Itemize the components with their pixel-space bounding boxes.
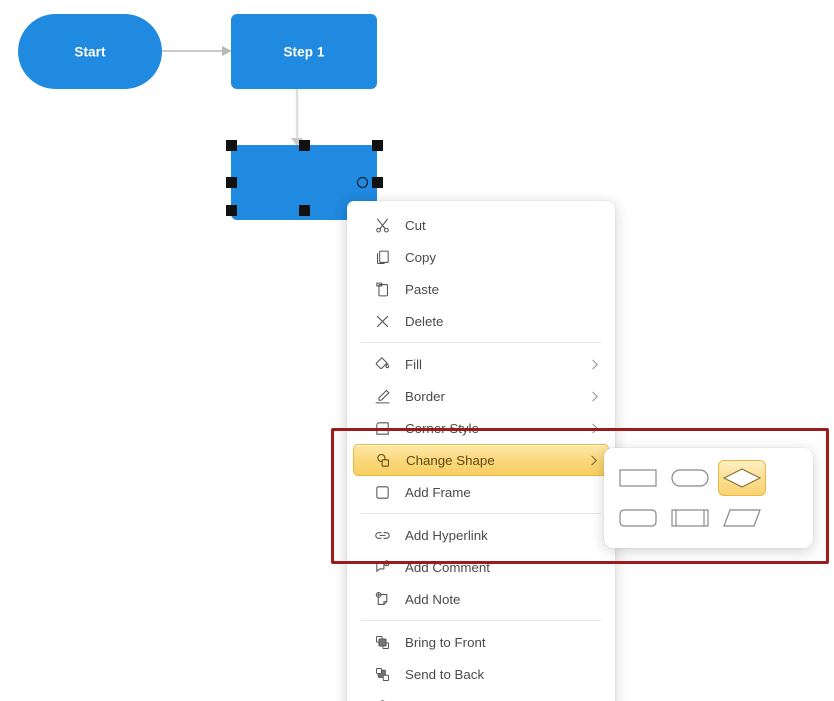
menu-item-label: Delete (405, 313, 444, 329)
selection-handle-s[interactable] (299, 205, 310, 216)
pen-icon (371, 385, 393, 407)
paint-bucket-icon (371, 353, 393, 375)
menu-item-corner-style[interactable]: Corner Style (353, 412, 609, 444)
shape-option-predefined-process[interactable] (666, 500, 714, 536)
menu-item-add-hyperlink[interactable]: Add Hyperlink (353, 519, 609, 551)
connector-start-to-step1[interactable] (162, 46, 232, 56)
shape-option-rounded-rectangle[interactable] (614, 500, 662, 536)
menu-item-label: Corner Style (405, 420, 479, 436)
menu-item-fill[interactable]: Fill (353, 348, 609, 380)
selection-handle-n[interactable] (299, 140, 310, 151)
menu-item-add-note[interactable]: Add Note (353, 583, 609, 615)
menu-item-cut[interactable]: Cut (353, 209, 609, 241)
app-stage: Start Step 1 Cut Copy Paste Delete Fill … (0, 0, 834, 701)
chevron-right-icon (588, 390, 601, 403)
scissors-icon (371, 214, 393, 236)
comment-plus-icon (371, 556, 393, 578)
menu-separator (361, 513, 601, 514)
rectangle-shape-icon (619, 469, 657, 487)
send-to-back-icon (371, 663, 393, 685)
menu-item-label: Add Frame (405, 484, 471, 500)
node-label-step1: Step 1 (283, 44, 325, 59)
menu-item-bring-to-front[interactable]: Bring to Front (353, 626, 609, 658)
menu-item-label: Cut (405, 217, 426, 233)
close-x-icon (371, 310, 393, 332)
menu-item-copy[interactable]: Copy (353, 241, 609, 273)
menu-separator (361, 620, 601, 621)
chevron-right-icon (587, 454, 600, 467)
menu-item-label: Copy (405, 249, 437, 265)
menu-item-add-frame[interactable]: Add Frame (353, 476, 609, 508)
context-menu[interactable]: Cut Copy Paste Delete Fill Border Corner… (347, 201, 615, 701)
link-icon (371, 524, 393, 546)
selection-handle-sw[interactable] (226, 205, 237, 216)
bring-to-front-icon (371, 631, 393, 653)
chevron-right-icon (588, 422, 601, 435)
menu-item-border[interactable]: Border (353, 380, 609, 412)
change-shape-submenu[interactable] (604, 448, 813, 548)
menu-item-label: Add Note (405, 591, 461, 607)
parallelogram-shape-icon (723, 509, 761, 527)
process-shape-icon (671, 509, 709, 527)
frame-icon (371, 481, 393, 503)
menu-item-add-comment[interactable]: Add Comment (353, 551, 609, 583)
selection-handle-ne[interactable] (372, 140, 383, 151)
shape-option-diamond[interactable] (718, 460, 766, 496)
menu-item-paste[interactable]: Paste (353, 273, 609, 305)
clipboard-icon (371, 278, 393, 300)
menu-separator (361, 342, 601, 343)
note-plus-icon (371, 588, 393, 610)
change-shape-icon (372, 449, 394, 471)
menu-item-change-shape[interactable]: Change Shape (353, 444, 609, 476)
rounded-rect-shape-icon (619, 509, 657, 527)
menu-item-label: Add Comment (405, 559, 490, 575)
diagram-node-step1[interactable]: Step 1 (231, 14, 377, 89)
diamond-shape-icon (723, 468, 761, 488)
selection-handle-nw[interactable] (226, 140, 237, 151)
copy-icon (371, 246, 393, 268)
lock-icon (371, 695, 393, 701)
circle-cursor-icon (357, 177, 368, 188)
menu-item-label: Border (405, 388, 445, 404)
shape-option-parallelogram[interactable] (718, 500, 766, 536)
menu-item-lock[interactable]: Lock (353, 690, 609, 701)
menu-item-label: Paste (405, 281, 440, 297)
stadium-shape-icon (671, 469, 709, 487)
shape-option-stadium[interactable] (666, 460, 714, 496)
menu-item-label: Add Hyperlink (405, 527, 488, 543)
shape-option-rectangle[interactable] (614, 460, 662, 496)
menu-item-label: Change Shape (406, 452, 495, 468)
menu-item-delete[interactable]: Delete (353, 305, 609, 337)
selection-handle-e[interactable] (372, 177, 383, 188)
menu-item-label: Fill (405, 356, 422, 372)
menu-item-send-to-back[interactable]: Send to Back (353, 658, 609, 690)
connector-step1-to-selected[interactable] (291, 88, 303, 146)
diagram-node-start[interactable]: Start (18, 14, 162, 89)
node-label-start: Start (74, 44, 106, 59)
square-icon (371, 417, 393, 439)
menu-item-label: Bring to Front (405, 634, 486, 650)
menu-item-label: Send to Back (405, 666, 485, 682)
selection-handle-w[interactable] (226, 177, 237, 188)
chevron-right-icon (588, 358, 601, 371)
